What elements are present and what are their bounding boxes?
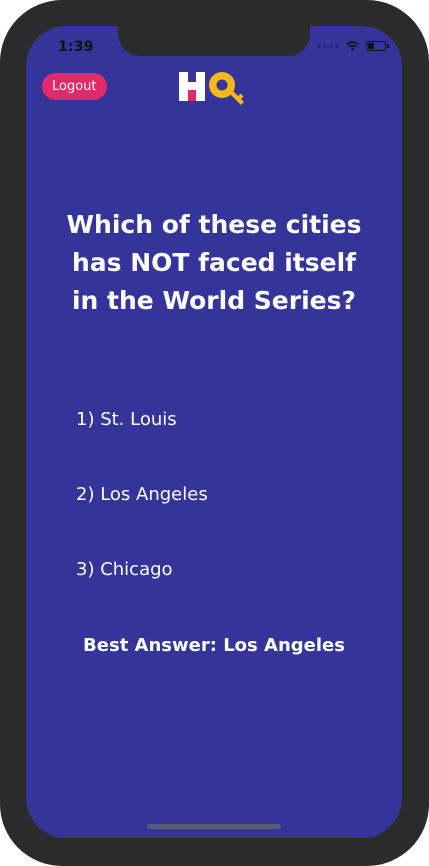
cellular-signal-icon <box>317 43 339 48</box>
phone-frame: 1:39 Logout Which of these cities has NO… <box>0 0 429 866</box>
answer-option-1[interactable]: 1) St. Louis <box>76 404 376 479</box>
answer-option-2[interactable]: 2) Los Angeles <box>76 479 376 554</box>
wifi-icon <box>346 41 359 51</box>
question-text: Which of these cities has NOT faced itse… <box>66 210 362 315</box>
status-time: 1:39 <box>58 39 94 55</box>
logout-button[interactable]: Logout <box>42 73 107 100</box>
answer-list: 1) St. Louis 2) Los Angeles 3) Chicago <box>76 404 376 629</box>
status-indicators <box>317 40 389 51</box>
device-notch <box>118 26 310 56</box>
battery-icon <box>366 40 389 51</box>
answer-option-3[interactable]: 3) Chicago <box>76 554 376 629</box>
app-screen: 1:39 Logout Which of these cities has NO… <box>26 26 402 838</box>
best-answer-text: Best Answer: Los Angeles <box>83 635 345 656</box>
hq-key-logo <box>179 72 244 105</box>
home-indicator[interactable] <box>147 824 281 829</box>
